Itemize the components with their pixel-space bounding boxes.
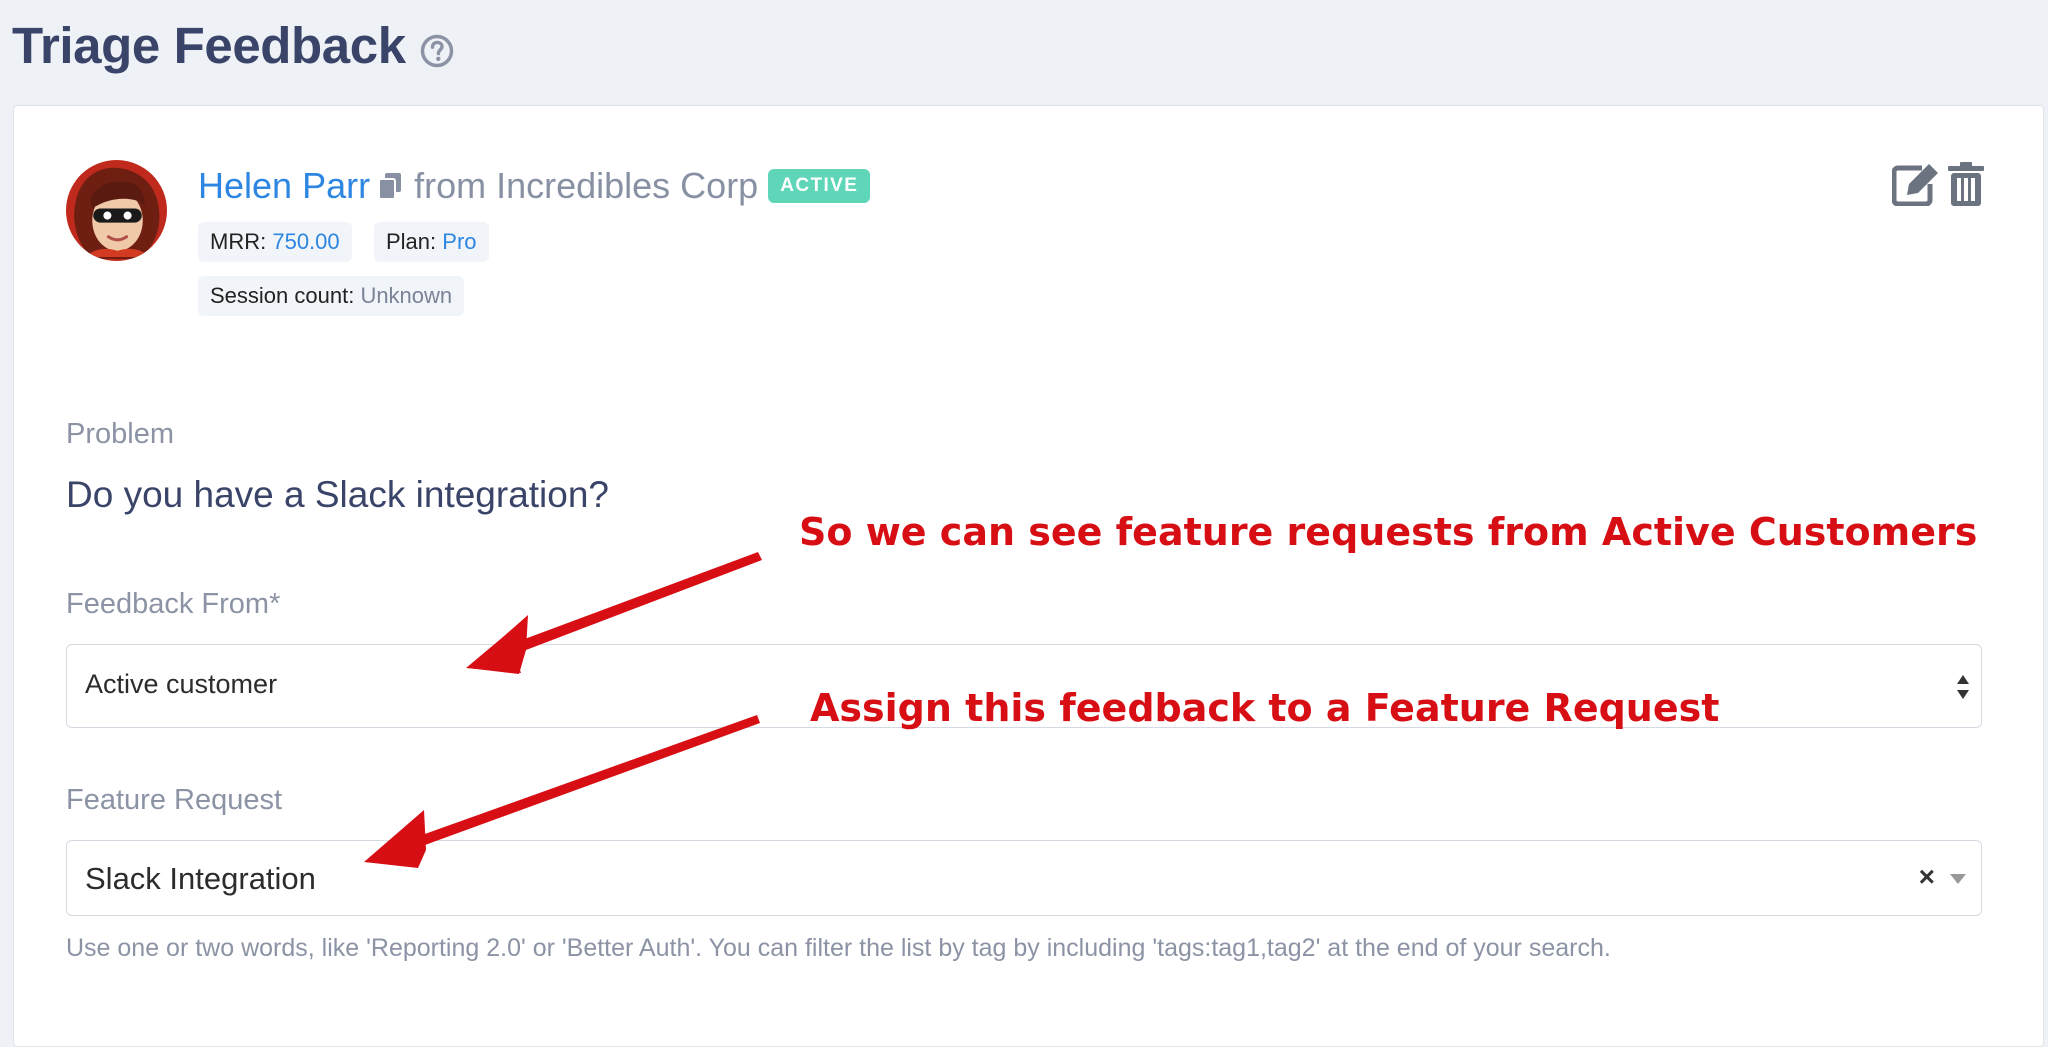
session-value: Unknown bbox=[360, 283, 453, 308]
feedback-from-label: Feedback From* bbox=[66, 588, 281, 620]
session-pill: Session count: Unknown bbox=[198, 276, 465, 316]
customer-name-link[interactable]: Helen Parr bbox=[198, 165, 370, 207]
annotation-text-2: Assign this feedback to a Feature Reques… bbox=[810, 686, 1720, 730]
company-name: from Incredibles Corp bbox=[414, 165, 759, 206]
plan-pill: Plan: Pro bbox=[374, 222, 489, 262]
clear-icon[interactable]: × bbox=[1919, 861, 1935, 893]
page-title-text: Triage Feedback bbox=[12, 17, 406, 74]
mrr-value: 750.00 bbox=[272, 229, 340, 254]
sort-icon bbox=[1957, 675, 1969, 699]
copy-icon[interactable] bbox=[378, 172, 402, 200]
customer-header: Helen Parr from Incredibles Corp ACTIVE bbox=[198, 162, 871, 210]
annotation-text-1: So we can see feature requests from Acti… bbox=[799, 510, 1978, 554]
feature-request-label: Feature Request bbox=[66, 784, 283, 816]
feedback-from-value: Active customer bbox=[85, 669, 278, 699]
plan-label: Plan: bbox=[386, 229, 437, 254]
chevron-down-icon[interactable] bbox=[1949, 873, 1967, 885]
avatar bbox=[66, 160, 167, 261]
session-label: Session count: bbox=[210, 283, 355, 308]
feature-request-help: Use one or two words, like 'Reporting 2.… bbox=[66, 934, 1611, 962]
problem-label: Problem bbox=[66, 418, 174, 450]
plan-value: Pro bbox=[442, 229, 477, 254]
mrr-pill: MRR: 750.00 bbox=[198, 222, 352, 262]
problem-text: Do you have a Slack integration? bbox=[66, 474, 610, 515]
trash-icon[interactable] bbox=[1948, 162, 1984, 206]
edit-icon[interactable] bbox=[1892, 162, 1940, 206]
feature-request-select[interactable]: Slack Integration × bbox=[66, 840, 1982, 916]
feature-request-value: Slack Integration bbox=[85, 861, 316, 896]
mrr-label: MRR: bbox=[210, 229, 267, 254]
help-icon[interactable] bbox=[420, 34, 454, 68]
status-badge: ACTIVE bbox=[768, 169, 871, 203]
page-title: Triage Feedback bbox=[12, 16, 454, 75]
